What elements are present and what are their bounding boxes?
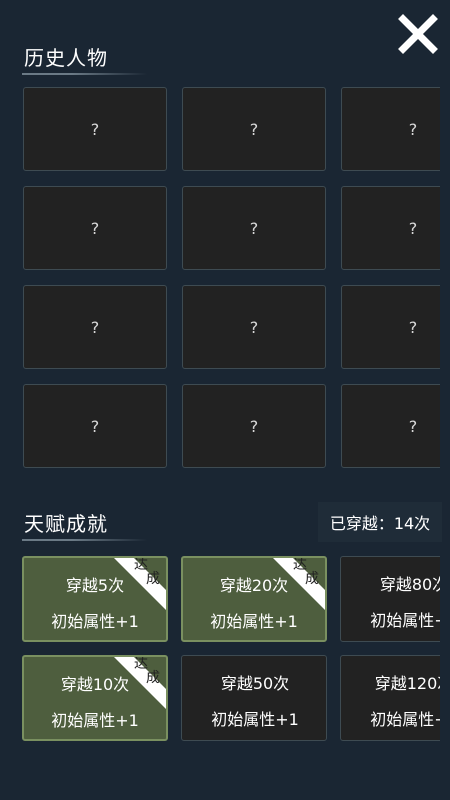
achievement-reward: 初始属性+1: [370, 710, 440, 729]
achievement-card[interactable]: 穿越20次 初始属性+1 达成: [181, 556, 327, 642]
collection-screen: 历史人物 ? ? ? ? ? ? ? ? ? ? ? ? 天赋成就 已穿越：14…: [0, 0, 450, 800]
achieved-badge-char: 成: [146, 670, 160, 686]
achieved-badge-char: 成: [146, 571, 160, 587]
close-icon: [398, 14, 438, 54]
history-card[interactable]: ?: [341, 87, 440, 171]
history-card[interactable]: ?: [341, 285, 440, 369]
history-card[interactable]: ?: [182, 87, 326, 171]
achieved-badge-char: 成: [305, 571, 319, 587]
achievement-card[interactable]: 穿越10次 初始属性+1 达成: [22, 655, 168, 741]
achievement-name: 穿越80次: [379, 575, 440, 594]
talent-title: 天赋成就: [24, 512, 108, 536]
achieved-badge-char: 达: [134, 557, 148, 573]
achieved-badge-char: 达: [134, 656, 148, 672]
history-card[interactable]: ?: [341, 186, 440, 270]
history-card[interactable]: ?: [182, 384, 326, 468]
travel-count-label: 已穿越：14次: [318, 502, 442, 542]
achieved-badge-char: 达: [293, 557, 307, 573]
achievement-name: 穿越50次: [220, 674, 290, 693]
achievement-reward: 初始属性+1: [370, 611, 440, 630]
history-card[interactable]: ?: [23, 384, 167, 468]
achievement-grid: 穿越5次 初始属性+1 达成 穿越20次 初始属性+1 达成 穿越80次 初始属…: [0, 556, 440, 744]
history-title-underline: [22, 73, 147, 75]
history-card[interactable]: ?: [341, 384, 440, 468]
history-card[interactable]: ?: [23, 285, 167, 369]
history-title: 历史人物: [24, 46, 108, 70]
achievement-reward: 初始属性+1: [211, 710, 299, 729]
talent-title-underline: [22, 539, 147, 541]
achievement-name: 穿越120次: [374, 674, 440, 693]
close-button[interactable]: [398, 14, 438, 54]
history-card[interactable]: ?: [23, 87, 167, 171]
achievement-card[interactable]: 穿越80次 初始属性+1: [340, 556, 440, 642]
history-grid: ? ? ? ? ? ? ? ? ? ? ? ?: [0, 87, 440, 471]
achieved-ribbon: 达成: [271, 557, 325, 612]
history-card[interactable]: ?: [182, 285, 326, 369]
achievement-card[interactable]: 穿越120次 初始属性+1: [340, 655, 440, 741]
history-card[interactable]: ?: [23, 186, 167, 270]
achievement-card[interactable]: 穿越50次 初始属性+1: [181, 655, 327, 741]
history-card[interactable]: ?: [182, 186, 326, 270]
achieved-ribbon: 达成: [112, 656, 166, 711]
achievement-card[interactable]: 穿越5次 初始属性+1 达成: [22, 556, 168, 642]
achieved-ribbon: 达成: [112, 557, 166, 612]
